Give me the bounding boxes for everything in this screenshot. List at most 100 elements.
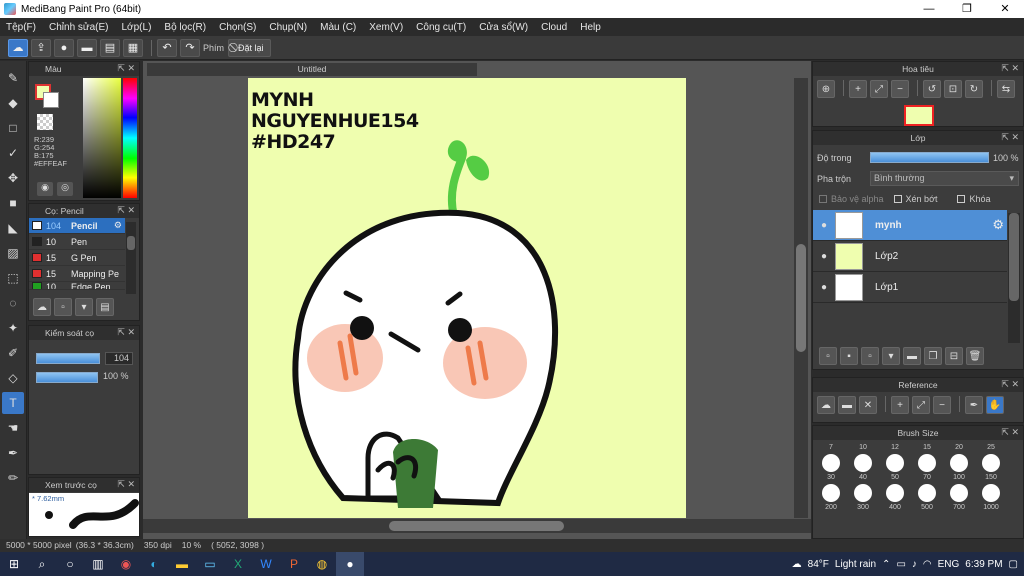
menu-tools[interactable]: Công cụ(T) [416, 22, 466, 33]
clock[interactable]: 6:39 PM [965, 559, 1002, 570]
shape-tool-icon[interactable]: □ [2, 117, 24, 139]
medibang-taskbar-icon[interactable]: ● [336, 552, 364, 576]
hand-icon[interactable]: ✋ [986, 396, 1004, 414]
brush-size-option[interactable]: 12 [879, 444, 911, 451]
brush-list-scrollbar[interactable] [126, 222, 136, 294]
horizontal-scrollbar[interactable] [143, 519, 811, 533]
temperature[interactable]: 84°F [808, 559, 829, 570]
blend-mode-select[interactable]: Bình thường ▾ [870, 171, 1019, 186]
brush-size-option[interactable]: 1000 [975, 484, 1007, 511]
clipping-checkbox[interactable] [893, 195, 902, 203]
edge-browser-icon[interactable]: ◐ [140, 552, 168, 576]
gradient-tool-icon[interactable]: ▨ [2, 242, 24, 264]
magic-wand-tool-icon[interactable]: ✦ [2, 317, 24, 339]
brush-size-option[interactable]: 20 [943, 444, 975, 451]
add-layer-menu-icon[interactable]: ▾ [882, 347, 900, 365]
brush-item[interactable]: 15 Mapping Pe [29, 266, 125, 282]
cortana-icon[interactable]: ○ [56, 552, 84, 576]
brush-size-option[interactable]: 300 [847, 484, 879, 511]
fit-window-icon[interactable]: ⤢ [912, 396, 930, 414]
menu-edit[interactable]: Chỉnh sửa(E) [49, 22, 109, 33]
volume-icon[interactable]: ♪ [912, 559, 917, 570]
menu-window[interactable]: Cửa sổ(W) [479, 22, 528, 33]
hue-slider[interactable] [123, 78, 137, 198]
eraser-tool-icon[interactable]: ◆ [2, 92, 24, 114]
new-8bit-layer-icon[interactable]: ▫ [861, 347, 879, 365]
panel-controls-icon[interactable]: ⇱ ✕ [117, 479, 135, 490]
notification-icon[interactable]: ▢ [1009, 559, 1018, 570]
fit-window-icon[interactable]: ⤢ [870, 80, 888, 98]
layer-list-scrollbar[interactable] [1008, 213, 1020, 343]
excel-icon[interactable]: X [224, 552, 252, 576]
new-halftone-layer-icon[interactable]: ▪ [840, 347, 858, 365]
eyedropper-icon[interactable]: ✒ [965, 396, 983, 414]
menu-color[interactable]: Màu (C) [320, 22, 356, 33]
panel-controls-icon[interactable]: ⇱ ✕ [117, 63, 135, 74]
color-palette-icon[interactable]: ◉ [37, 182, 53, 196]
undo-icon[interactable]: ↶ [157, 38, 177, 57]
operation-tool-icon[interactable]: ☚ [2, 417, 24, 439]
layer-row[interactable]: ● Lớp1 [813, 272, 1007, 303]
new-brush-icon[interactable]: ▫ [54, 298, 72, 316]
menu-cloud[interactable]: Cloud [541, 22, 567, 33]
lock-checkbox[interactable] [957, 195, 966, 203]
merge-layer-icon[interactable]: ⊟ [945, 347, 963, 365]
eyedropper-tool-icon[interactable]: ✒ [2, 442, 24, 464]
secondary-color-swatch[interactable] [43, 92, 59, 108]
bucket-tool-icon[interactable]: ◣ [2, 217, 24, 239]
cloud-icon[interactable]: ☁ [817, 396, 835, 414]
scrollbar-thumb[interactable] [796, 244, 806, 352]
close-button[interactable]: ✕ [986, 0, 1024, 18]
panel-controls-icon[interactable]: ⇱ ✕ [117, 327, 135, 338]
close-reference-icon[interactable]: ✕ [859, 396, 877, 414]
menu-filter[interactable]: Bộ lọc(R) [164, 22, 206, 33]
visibility-icon[interactable]: ● [813, 282, 835, 293]
powerpoint-icon[interactable]: P [280, 552, 308, 576]
gear-icon[interactable]: ⚙ [114, 220, 122, 231]
brush-size-value[interactable]: 104 [105, 352, 133, 365]
dot-tool-icon[interactable]: ✓ [2, 142, 24, 164]
brush-item[interactable]: 104 Pencil ⚙ [29, 218, 125, 234]
search-icon[interactable]: ⌕ [28, 552, 56, 576]
folder-icon[interactable]: ▬ [903, 347, 921, 365]
grid-icon[interactable]: ▦ [123, 38, 143, 57]
menu-select[interactable]: Chọn(S) [219, 22, 256, 33]
pen-tool-icon[interactable]: ✏ [2, 467, 24, 489]
chevron-up-icon[interactable]: ⌃ [882, 559, 890, 570]
brush-size-option[interactable]: 15 [911, 444, 943, 451]
network-icon[interactable]: ▭ [896, 559, 905, 570]
flip-icon[interactable]: ⇆ [997, 80, 1015, 98]
windows-start-icon[interactable]: ⊞ [0, 552, 28, 576]
visibility-icon[interactable]: ● [813, 251, 835, 262]
reset-button[interactable]: ⃠ Đặt lại [228, 38, 271, 57]
menu-layer[interactable]: Lớp(L) [122, 22, 152, 33]
panel-icon[interactable]: ▤ [100, 38, 120, 57]
brush-settings-icon[interactable]: ▤ [96, 298, 114, 316]
move-tool-icon[interactable]: ✥ [2, 167, 24, 189]
brush-size-option[interactable]: 100 [943, 454, 975, 481]
color-set-icon[interactable]: ◎ [57, 182, 73, 196]
select-pen-tool-icon[interactable]: ✐ [2, 342, 24, 364]
select-eraser-tool-icon[interactable]: ◇ [2, 367, 24, 389]
app-icon[interactable]: ◉ [112, 552, 140, 576]
menu-capture[interactable]: Chụp(N) [269, 22, 307, 33]
brush-size-option[interactable]: 400 [879, 484, 911, 511]
layer-opacity-slider[interactable] [870, 152, 989, 163]
open-folder-icon[interactable]: ▬ [838, 396, 856, 414]
chrome-icon[interactable]: ◍ [308, 552, 336, 576]
panel-controls-icon[interactable]: ⇱ ✕ [1001, 132, 1019, 143]
share-icon[interactable]: ⇪ [31, 38, 51, 57]
rotate-left-icon[interactable]: ↺ [923, 80, 941, 98]
zoom-in-icon[interactable]: + [891, 396, 909, 414]
gear-icon[interactable]: ⚙ [992, 217, 1004, 233]
monitor-icon[interactable]: ▭ [196, 552, 224, 576]
saturation-square[interactable] [83, 78, 121, 198]
add-brush-icon[interactable]: ▾ [75, 298, 93, 316]
brush-size-option[interactable]: 500 [911, 484, 943, 511]
duplicate-layer-icon[interactable]: ❐ [924, 347, 942, 365]
vertical-scrollbar[interactable] [794, 78, 808, 518]
cloud-icon[interactable]: ☁ [8, 38, 28, 57]
fill-rect-tool-icon[interactable]: ■ [2, 192, 24, 214]
scrollbar-thumb[interactable] [389, 521, 564, 531]
comment-icon[interactable]: ● [54, 38, 74, 57]
